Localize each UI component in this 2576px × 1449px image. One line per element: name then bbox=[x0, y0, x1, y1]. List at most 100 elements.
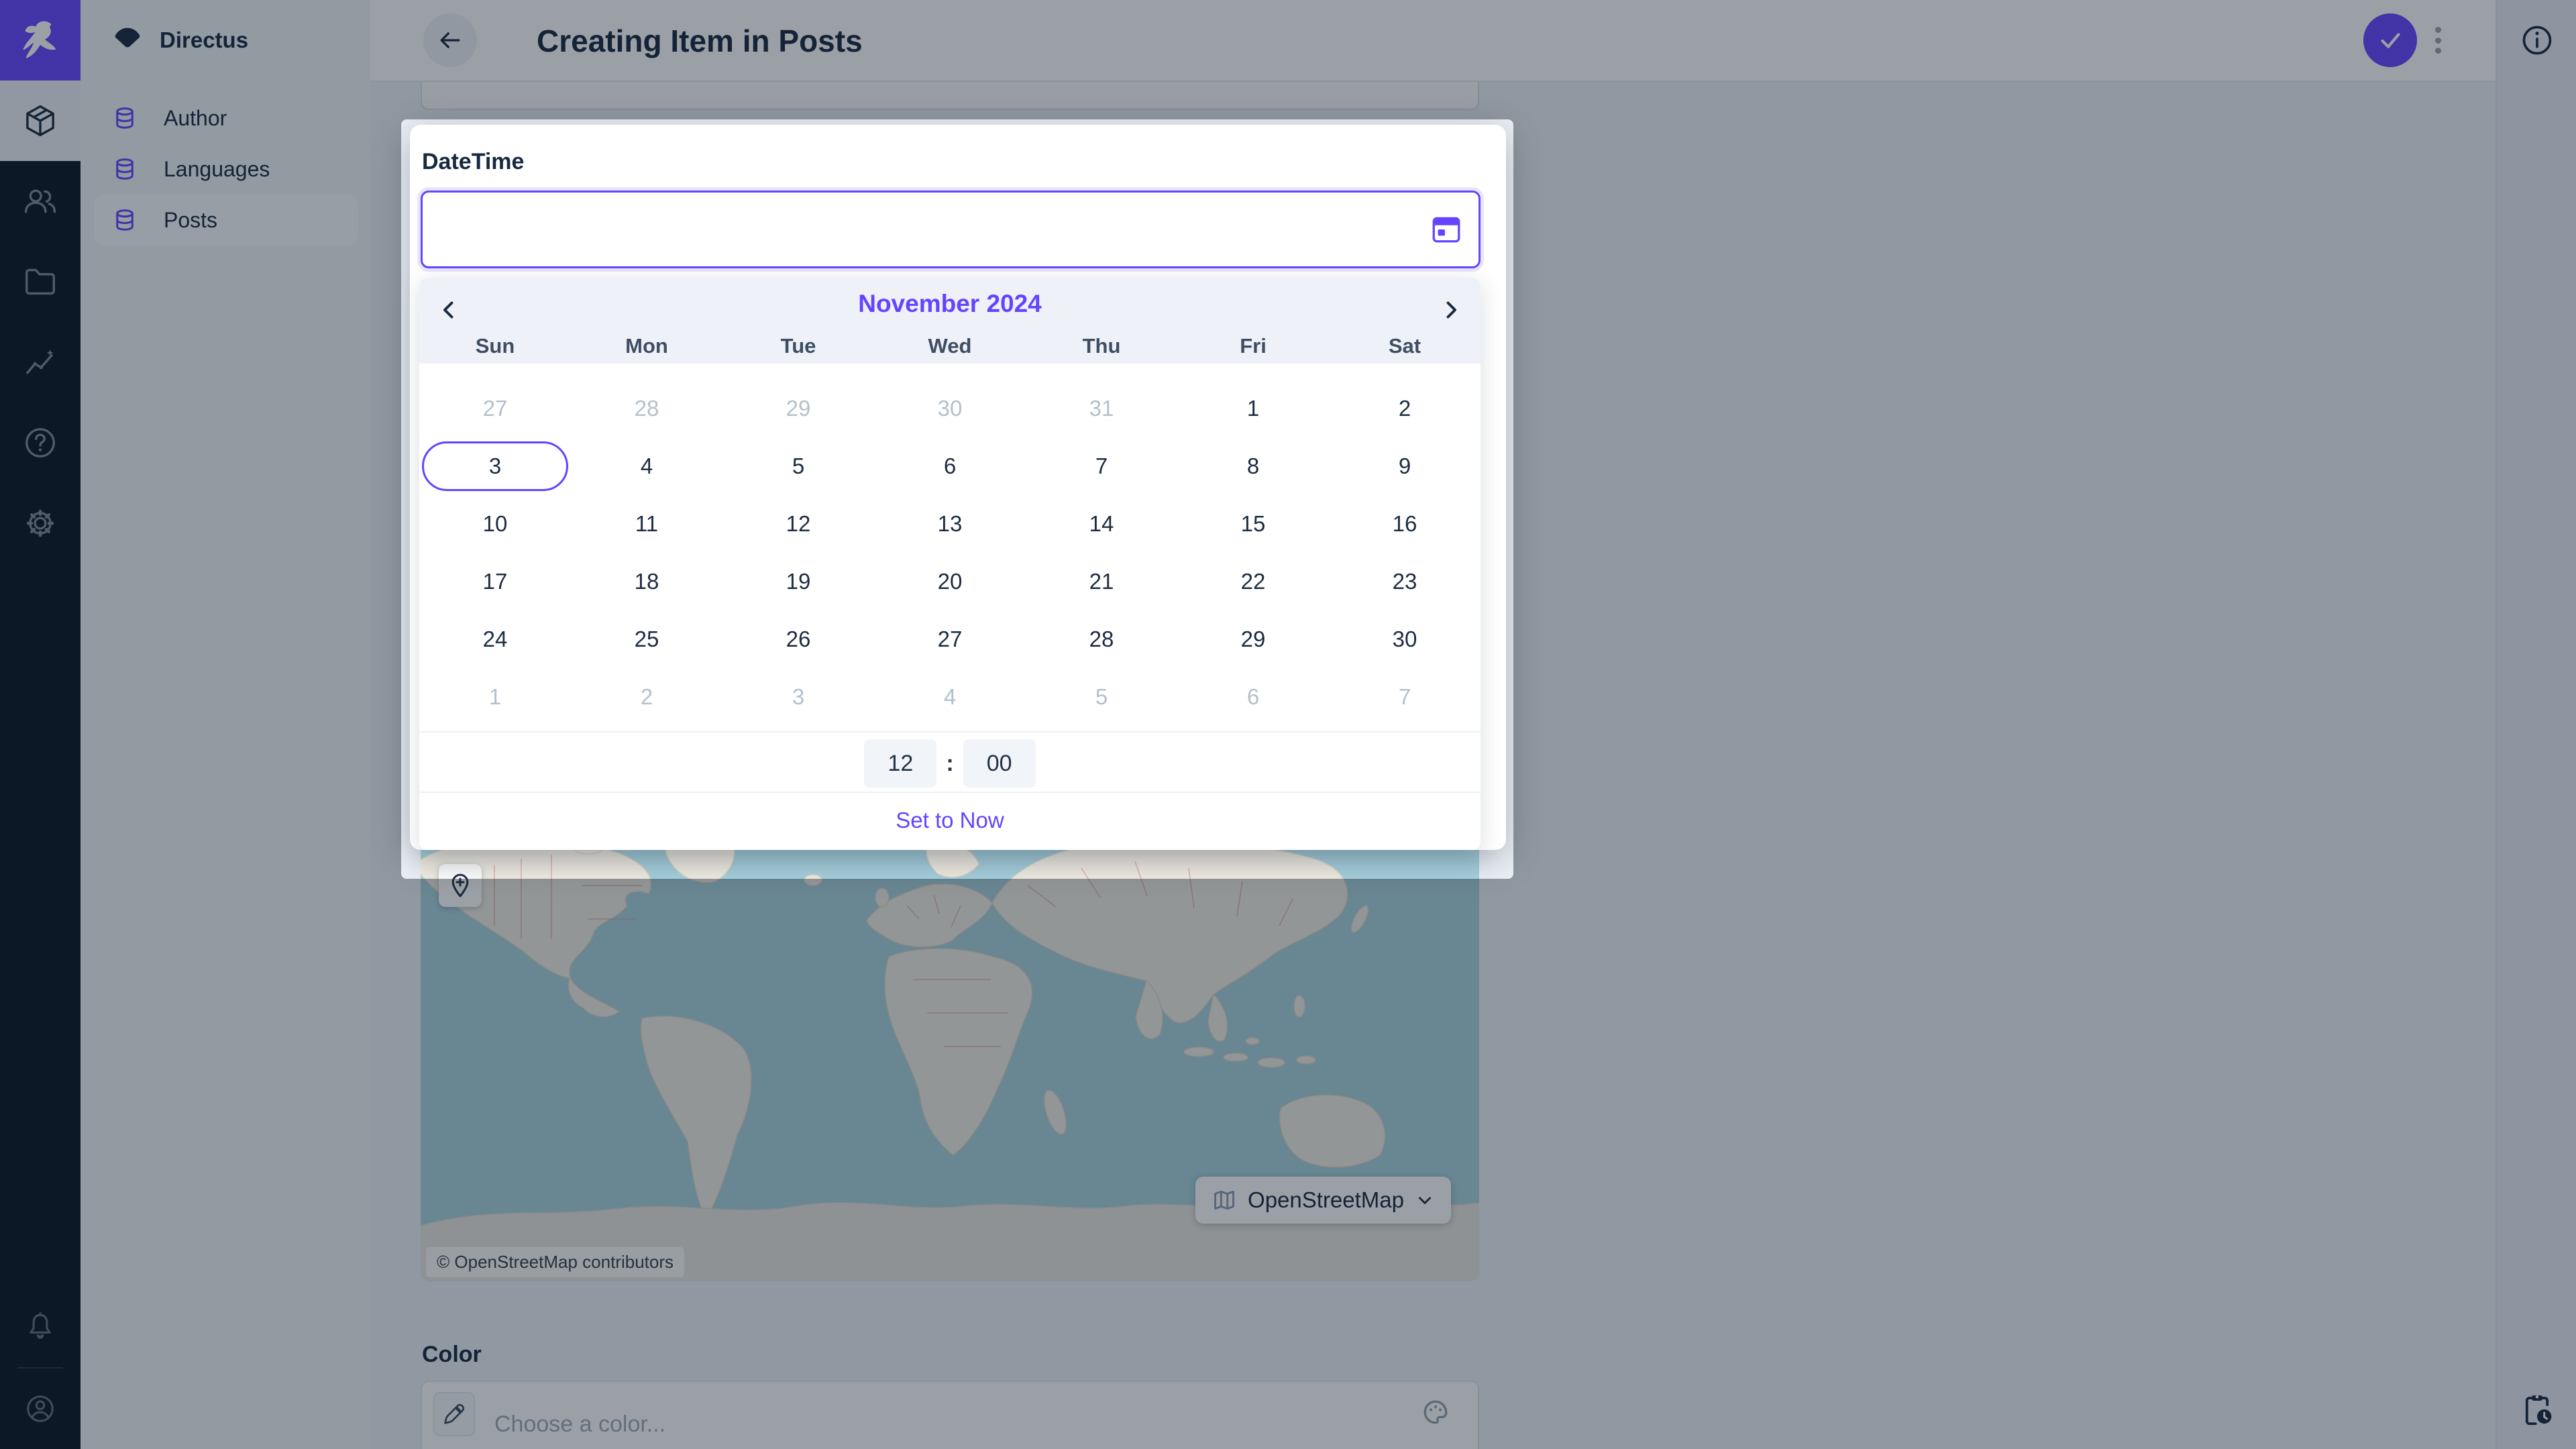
time-row: 12 : 00 bbox=[419, 735, 1481, 792]
page-title: Creating Item in Posts bbox=[537, 23, 863, 59]
calendar-day-header: Fri bbox=[1177, 329, 1329, 364]
chevron-right-icon bbox=[1439, 298, 1463, 322]
calendar-day[interactable]: 21 bbox=[1026, 553, 1177, 610]
more-options-button[interactable] bbox=[2431, 27, 2445, 54]
selected-day-pill: 3 bbox=[422, 441, 568, 491]
project-bar[interactable]: Directus bbox=[80, 0, 370, 80]
help-icon bbox=[22, 425, 58, 461]
calendar-day[interactable]: 28 bbox=[1026, 610, 1177, 668]
calendar-day[interactable]: 6 bbox=[1177, 668, 1329, 726]
calendar-day[interactable]: 2 bbox=[571, 668, 722, 726]
calendar-day[interactable]: 23 bbox=[1329, 553, 1481, 610]
calendar-day[interactable]: 4 bbox=[874, 668, 1026, 726]
calendar-icon[interactable] bbox=[1430, 212, 1463, 246]
calendar-day[interactable]: 6 bbox=[874, 437, 1026, 495]
calendar-day[interactable]: 5 bbox=[1026, 668, 1177, 726]
minute-input[interactable]: 00 bbox=[963, 739, 1036, 788]
picker-header: November 2024 SunMonTueWedThuFriSat bbox=[419, 278, 1481, 364]
calendar-day-header: Sat bbox=[1329, 329, 1481, 364]
previous-month-button[interactable] bbox=[429, 290, 469, 330]
save-button[interactable] bbox=[2363, 13, 2417, 67]
module-files[interactable] bbox=[0, 241, 80, 322]
calendar-day-header: Tue bbox=[722, 329, 874, 364]
box-icon bbox=[22, 103, 58, 139]
module-settings[interactable] bbox=[0, 483, 80, 564]
calendar-day[interactable]: 13 bbox=[874, 495, 1026, 553]
calendar-day[interactable]: 30 bbox=[874, 380, 1026, 437]
calendar-day[interactable]: 5 bbox=[722, 437, 874, 495]
map-search-location-button[interactable] bbox=[439, 864, 482, 907]
calendar-day[interactable]: 4 bbox=[571, 437, 722, 495]
module-insights[interactable] bbox=[0, 322, 80, 402]
calendar-day[interactable]: 20 bbox=[874, 553, 1026, 610]
module-users[interactable] bbox=[0, 161, 80, 241]
calendar-day[interactable]: 3 bbox=[419, 437, 571, 495]
calendar-day[interactable]: 30 bbox=[1329, 610, 1481, 668]
account-button[interactable] bbox=[0, 1368, 80, 1449]
calendar-day[interactable]: 28 bbox=[571, 380, 722, 437]
info-sidebar bbox=[2496, 0, 2576, 1449]
folder-icon bbox=[22, 264, 58, 300]
collection-nav-item[interactable]: Languages bbox=[94, 144, 358, 195]
calendar-day-header: Thu bbox=[1026, 329, 1177, 364]
calendar-day[interactable]: 11 bbox=[571, 495, 722, 553]
calendar-day[interactable]: 3 bbox=[722, 668, 874, 726]
calendar-day[interactable]: 8 bbox=[1177, 437, 1329, 495]
project-icon bbox=[110, 23, 145, 58]
calendar-day[interactable]: 12 bbox=[722, 495, 874, 553]
module-bar bbox=[0, 0, 80, 1449]
database-icon bbox=[113, 208, 137, 232]
color-input[interactable]: Choose a color... bbox=[421, 1381, 1479, 1449]
chevron-down-icon bbox=[1415, 1190, 1435, 1210]
calendar-day[interactable]: 15 bbox=[1177, 495, 1329, 553]
calendar-day[interactable]: 22 bbox=[1177, 553, 1329, 610]
calendar-day[interactable]: 25 bbox=[571, 610, 722, 668]
module-content[interactable] bbox=[0, 80, 80, 161]
calendar-day[interactable]: 7 bbox=[1329, 668, 1481, 726]
revisions-button[interactable] bbox=[2497, 1379, 2576, 1441]
calendar-day[interactable]: 29 bbox=[1177, 610, 1329, 668]
palette-icon[interactable] bbox=[1421, 1398, 1450, 1426]
calendar-day[interactable]: 31 bbox=[1026, 380, 1177, 437]
calendar-day[interactable]: 27 bbox=[874, 610, 1026, 668]
collection-nav-item[interactable]: Posts bbox=[94, 195, 358, 246]
set-to-now-button[interactable]: Set to Now bbox=[419, 808, 1481, 833]
calendar-day[interactable]: 18 bbox=[571, 553, 722, 610]
notifications-button[interactable] bbox=[0, 1287, 80, 1367]
day-headers-row: SunMonTueWedThuFriSat bbox=[419, 329, 1481, 364]
color-swatch-button[interactable] bbox=[433, 1392, 475, 1436]
app-window: © OpenStreetMap contributors OpenStreetM… bbox=[0, 0, 2576, 1449]
calendar-day[interactable]: 29 bbox=[722, 380, 874, 437]
previous-field-input[interactable] bbox=[421, 80, 1479, 110]
calendar-day[interactable]: 14 bbox=[1026, 495, 1177, 553]
module-help[interactable] bbox=[0, 402, 80, 483]
calendar-day[interactable]: 10 bbox=[419, 495, 571, 553]
collection-nav-label: Author bbox=[164, 106, 227, 131]
calendar-day[interactable]: 19 bbox=[722, 553, 874, 610]
collections-sidebar: Directus Author Languages Posts bbox=[80, 0, 370, 1449]
pending-actions-icon bbox=[2519, 1392, 2555, 1428]
basemap-selector[interactable]: OpenStreetMap bbox=[1195, 1177, 1451, 1224]
month-label: November 2024 bbox=[419, 290, 1481, 318]
chevron-left-icon bbox=[437, 298, 461, 322]
back-button[interactable] bbox=[423, 13, 477, 67]
next-month-button[interactable] bbox=[1431, 290, 1471, 330]
directus-logo-button[interactable] bbox=[0, 0, 80, 80]
calendar-day[interactable]: 27 bbox=[419, 380, 571, 437]
info-button[interactable] bbox=[2497, 9, 2576, 71]
map-field[interactable]: © OpenStreetMap contributors OpenStreetM… bbox=[421, 839, 1479, 1281]
calendar-day[interactable]: 7 bbox=[1026, 437, 1177, 495]
calendar-day[interactable]: 16 bbox=[1329, 495, 1481, 553]
calendar-day[interactable]: 9 bbox=[1329, 437, 1481, 495]
calendar-day[interactable]: 17 bbox=[419, 553, 571, 610]
datetime-input[interactable] bbox=[421, 191, 1481, 268]
calendar-day[interactable]: 2 bbox=[1329, 380, 1481, 437]
calendar-day[interactable]: 1 bbox=[1177, 380, 1329, 437]
divider bbox=[419, 731, 1481, 733]
collection-nav-item[interactable]: Author bbox=[94, 93, 358, 144]
calendar-day[interactable]: 24 bbox=[419, 610, 571, 668]
hour-input[interactable]: 12 bbox=[864, 739, 936, 788]
calendar-day[interactable]: 26 bbox=[722, 610, 874, 668]
datetime-picker: November 2024 SunMonTueWedThuFriSat 2728… bbox=[419, 278, 1481, 850]
calendar-day[interactable]: 1 bbox=[419, 668, 571, 726]
